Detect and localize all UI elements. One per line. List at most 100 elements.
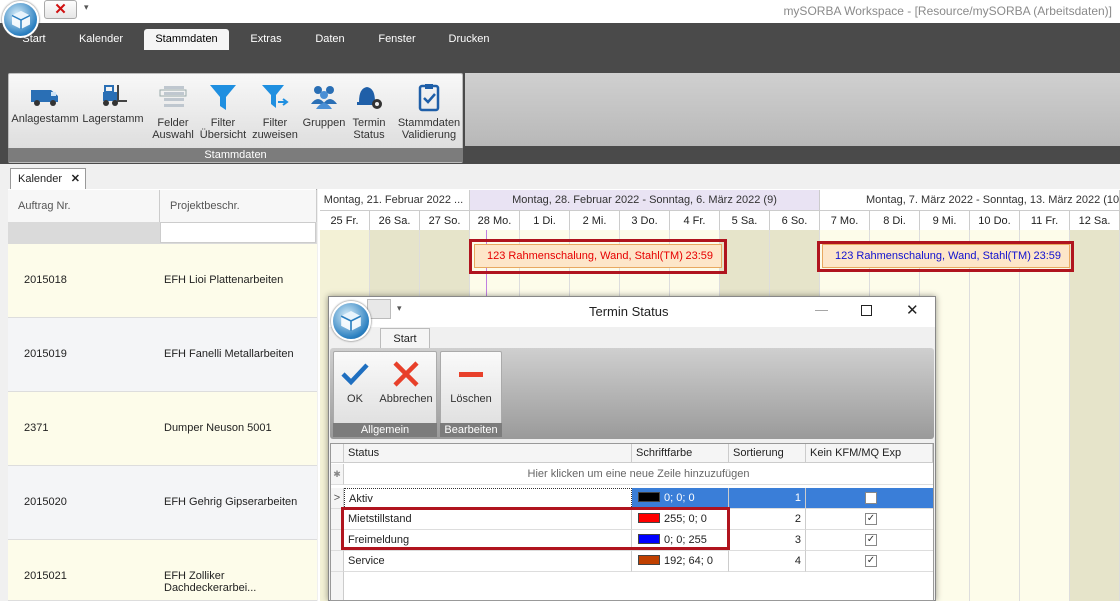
column-header-schriftfarbe[interactable]: Schriftfarbe bbox=[632, 444, 729, 463]
column-header-kein-kfm[interactable]: Kein KFM/MQ Exp bbox=[806, 444, 933, 463]
column-header-status[interactable]: Status bbox=[344, 444, 632, 463]
dialog-title-bar: ▾ Termin Status — ✕ bbox=[329, 297, 935, 327]
filter-zuweisen-button[interactable]: Filter zuweisen bbox=[250, 78, 300, 141]
loeschen-button[interactable]: Löschen bbox=[443, 356, 499, 405]
kalender-doc-tab-label: Kalender bbox=[18, 173, 63, 185]
checkbox[interactable]: ✓ bbox=[865, 534, 877, 546]
close-icon[interactable]: ✕ bbox=[71, 169, 80, 189]
ribbon-group-label: Stammdaten bbox=[8, 148, 463, 162]
dialog-tab-start[interactable]: Start bbox=[380, 328, 430, 349]
dialog-qa-dropdown-icon[interactable]: ▾ bbox=[397, 303, 402, 314]
table-row[interactable]: Service 192; 64; 0 4 ✓ bbox=[331, 551, 933, 572]
status-cell[interactable]: Service bbox=[344, 551, 632, 572]
checkbox[interactable]: ✓ bbox=[865, 555, 877, 567]
abbrechen-label: Abbrechen bbox=[379, 393, 433, 405]
tab-stammdaten[interactable]: Stammdaten bbox=[144, 29, 229, 50]
projekt-beschreibung: EFH Zolliker Dachdeckerarbei... bbox=[164, 570, 257, 594]
filter-uebersicht-label-2: Übersicht bbox=[199, 129, 247, 141]
projekt-beschreibung: Dumper Neuson 5001 bbox=[164, 422, 272, 434]
auftrag-nr: 2015019 bbox=[24, 348, 67, 360]
anlagestamm-button[interactable]: Anlagestamm bbox=[8, 78, 82, 125]
tab-fenster[interactable]: Fenster bbox=[364, 29, 430, 50]
new-row-hint: Hier klicken um eine neue Zeile hinzuzuf… bbox=[344, 464, 933, 485]
table-row[interactable]: 2015020 EFH Gehrig Gipserarbeiten bbox=[8, 466, 317, 540]
filter-uebersicht-button[interactable]: Filter Übersicht bbox=[198, 78, 248, 141]
gruppen-button[interactable]: Gruppen bbox=[302, 78, 346, 129]
filter-uebersicht-label-1: Filter bbox=[210, 117, 236, 129]
day-header: 5 Sa. bbox=[720, 210, 770, 230]
sortierung-cell[interactable]: 4 bbox=[729, 551, 806, 572]
sortierung-cell[interactable]: 2 bbox=[729, 509, 806, 530]
schriftfarbe-cell[interactable]: 0; 0; 0 bbox=[632, 488, 729, 509]
bell-gear-icon bbox=[357, 87, 382, 109]
day-column[interactable] bbox=[1070, 230, 1120, 601]
funnel-icon bbox=[210, 85, 236, 110]
tab-daten[interactable]: Daten bbox=[304, 29, 356, 50]
table-row[interactable]: 2015018 EFH Lioi Plattenarbeiten bbox=[8, 244, 317, 318]
dialog-logo-icon[interactable] bbox=[331, 301, 371, 341]
projekt-beschreibung: EFH Fanelli Metallarbeiten bbox=[164, 348, 294, 360]
column-header-projekt[interactable]: Projektbeschr. bbox=[160, 190, 317, 222]
day-header: 9 Mi. bbox=[920, 210, 970, 230]
table-row[interactable]: 2015019 EFH Fanelli Metallarbeiten bbox=[8, 318, 317, 392]
funnel-arrow-icon bbox=[262, 85, 289, 108]
tab-kalender[interactable]: Kalender bbox=[68, 29, 134, 50]
filter-zuweisen-label-2: zuweisen bbox=[252, 129, 298, 141]
termin-status-button[interactable]: Termin Status bbox=[348, 78, 390, 141]
day-header: 6 So. bbox=[770, 210, 820, 230]
stammdaten-validierung-button[interactable]: Stammdaten Validierung bbox=[394, 78, 464, 141]
dialog-close-button[interactable]: ✕ bbox=[906, 301, 919, 319]
checkbox[interactable]: ✓ bbox=[865, 513, 877, 525]
day-column[interactable] bbox=[1020, 230, 1070, 601]
row-indicator-column bbox=[331, 572, 344, 600]
sortierung-cell[interactable]: 1 bbox=[729, 488, 806, 509]
column-header-sortierung[interactable]: Sortierung bbox=[729, 444, 806, 463]
new-row[interactable]: ✱ Hier klicken um eine neue Zeile hinzuz… bbox=[331, 464, 933, 485]
app-logo-icon[interactable] bbox=[2, 1, 39, 38]
day-column[interactable] bbox=[970, 230, 1020, 601]
kein-kfm-cell[interactable]: ✓ bbox=[806, 551, 933, 572]
sortierung-cell[interactable]: 3 bbox=[729, 530, 806, 551]
minimize-button[interactable]: — bbox=[815, 302, 829, 317]
kein-kfm-cell[interactable]: ✓ bbox=[806, 509, 933, 530]
table-row[interactable]: > Aktiv 0; 0; 0 1 bbox=[331, 488, 933, 509]
forklift-icon bbox=[103, 85, 127, 106]
quick-access-dropdown-icon[interactable]: ▾ bbox=[84, 2, 89, 13]
tab-extras[interactable]: Extras bbox=[240, 29, 292, 50]
day-header: 1 Di. bbox=[520, 210, 570, 230]
day-header: 26 Sa. bbox=[370, 210, 420, 230]
auftrag-nr: 2015020 bbox=[24, 496, 67, 508]
loeschen-label: Löschen bbox=[450, 393, 492, 405]
week-header: Montag, 21. Februar 2022 ... bbox=[318, 190, 470, 210]
current-row-icon: > bbox=[331, 488, 344, 509]
validierung-label-1: Stammdaten bbox=[397, 117, 461, 129]
day-header: 8 Di. bbox=[870, 210, 920, 230]
dialog-title: Termin Status bbox=[589, 304, 669, 319]
lagerstamm-label: Lagerstamm bbox=[82, 113, 144, 125]
felder-label-1: Felder bbox=[157, 117, 189, 129]
quick-close-button[interactable]: ✕ bbox=[44, 0, 77, 19]
status-cell[interactable]: Aktiv bbox=[344, 488, 632, 509]
checkmark-icon bbox=[341, 363, 369, 386]
day-header: 11 Fr. bbox=[1020, 210, 1070, 230]
ok-button[interactable]: OK bbox=[336, 356, 374, 405]
kein-kfm-cell[interactable] bbox=[806, 488, 933, 509]
checkbox[interactable] bbox=[865, 492, 877, 504]
maximize-button[interactable] bbox=[861, 305, 872, 316]
felder-label-2: Auswahl bbox=[152, 129, 194, 141]
kalender-doc-tab[interactable]: Kalender ✕ bbox=[10, 168, 86, 189]
minus-icon bbox=[459, 372, 483, 377]
lagerstamm-button[interactable]: Lagerstamm bbox=[82, 78, 144, 125]
abbrechen-button[interactable]: Abbrechen bbox=[378, 356, 434, 405]
table-row[interactable]: 2371 Dumper Neuson 5001 bbox=[8, 392, 317, 466]
tab-drucken[interactable]: Drucken bbox=[438, 29, 500, 50]
window-title: mySORBA Workspace - [Resource/mySORBA (A… bbox=[783, 4, 1112, 18]
auftrag-nr: 2015021 bbox=[24, 570, 67, 582]
schriftfarbe-cell[interactable]: 192; 64; 0 bbox=[632, 551, 729, 572]
column-header-auftrag[interactable]: Auftrag Nr. bbox=[8, 190, 160, 222]
table-row[interactable]: 2015021 EFH Zolliker Dachdeckerarbei... bbox=[8, 540, 317, 601]
van-icon bbox=[31, 90, 58, 106]
projekt-filter-input[interactable] bbox=[160, 222, 316, 243]
kein-kfm-cell[interactable]: ✓ bbox=[806, 530, 933, 551]
felder-auswahl-button[interactable]: Felder Auswahl bbox=[150, 78, 196, 141]
